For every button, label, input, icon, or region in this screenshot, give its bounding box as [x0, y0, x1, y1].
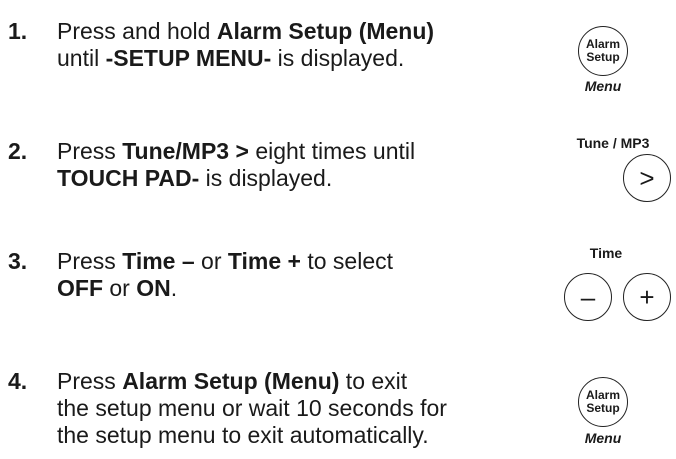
step-line: the setup menu or wait 10 seconds for	[57, 395, 527, 422]
menu-caption: Menu	[584, 78, 622, 94]
step-text: Press and hold Alarm Setup (Menu) until …	[57, 18, 527, 72]
menu-caption: Menu	[584, 430, 622, 446]
text-run: to exit	[339, 368, 408, 394]
text-run: until	[57, 45, 106, 71]
text-run: Press	[57, 368, 123, 394]
text-run: .	[170, 275, 178, 301]
time-caption: Time	[589, 245, 623, 261]
text-run: eight times until	[248, 138, 416, 164]
text-run: Press	[57, 138, 123, 164]
text-emphasis: -SETUP MENU-	[105, 45, 272, 71]
alarm-setup-button: Alarm Setup	[578, 26, 628, 76]
step-line: Press Time – or Time + to select	[57, 248, 527, 275]
text-emphasis: TOUCH PAD-	[57, 165, 200, 191]
text-emphasis: Time –	[122, 248, 195, 274]
button-label-line: Setup	[586, 401, 620, 415]
plus-icon: +	[639, 282, 655, 312]
text-emphasis: ON	[136, 275, 171, 301]
minus-icon: –	[580, 282, 596, 312]
text-run: Press	[57, 248, 123, 274]
step-number: 3.	[8, 248, 28, 274]
step-line: until -SETUP MENU- is displayed.	[57, 45, 527, 72]
text-run: the setup menu or wait 10 seconds for	[57, 395, 447, 421]
text-run: Press and hold	[57, 18, 217, 44]
chevron-right-icon: >	[639, 163, 655, 193]
alarm-setup-button: Alarm Setup	[578, 377, 628, 427]
step-line: TOUCH PAD- is displayed.	[57, 165, 527, 192]
step-text: Press Tune/MP3 > eight times until TOUCH…	[57, 138, 527, 192]
step-line: Press Alarm Setup (Menu) to exit	[57, 368, 527, 395]
step-line: OFF or ON.	[57, 275, 527, 302]
step-line: Press Tune/MP3 > eight times until	[57, 138, 527, 165]
text-run: is displayed.	[199, 165, 333, 191]
tune-next-button: >	[623, 154, 671, 202]
time-minus-button: –	[564, 273, 612, 321]
text-emphasis: Tune/MP3 >	[122, 138, 249, 164]
step-text: Press Alarm Setup (Menu) to exit the set…	[57, 368, 527, 449]
text-run: to select	[300, 248, 394, 274]
step-number: 1.	[8, 18, 28, 44]
text-run: is displayed.	[271, 45, 405, 71]
text-run: or	[103, 275, 137, 301]
button-label-line: Setup	[586, 50, 620, 64]
step-number: 2.	[8, 138, 28, 164]
step-line: the setup menu to exit automatically.	[57, 422, 527, 449]
text-emphasis: Alarm Setup (Menu)	[122, 368, 340, 394]
text-emphasis: Alarm Setup (Menu)	[216, 18, 435, 44]
step-number: 4.	[8, 368, 28, 394]
time-plus-button: +	[623, 273, 671, 321]
step-text: Press Time – or Time + to select OFF or …	[57, 248, 527, 302]
text-run: or	[194, 248, 228, 274]
text-emphasis: Time +	[227, 248, 301, 274]
text-emphasis: OFF	[57, 275, 103, 301]
step-line: Press and hold Alarm Setup (Menu)	[57, 18, 527, 45]
text-run: the setup menu to exit automatically.	[57, 422, 429, 448]
tune-mp3-caption: Tune / MP3	[576, 135, 650, 151]
